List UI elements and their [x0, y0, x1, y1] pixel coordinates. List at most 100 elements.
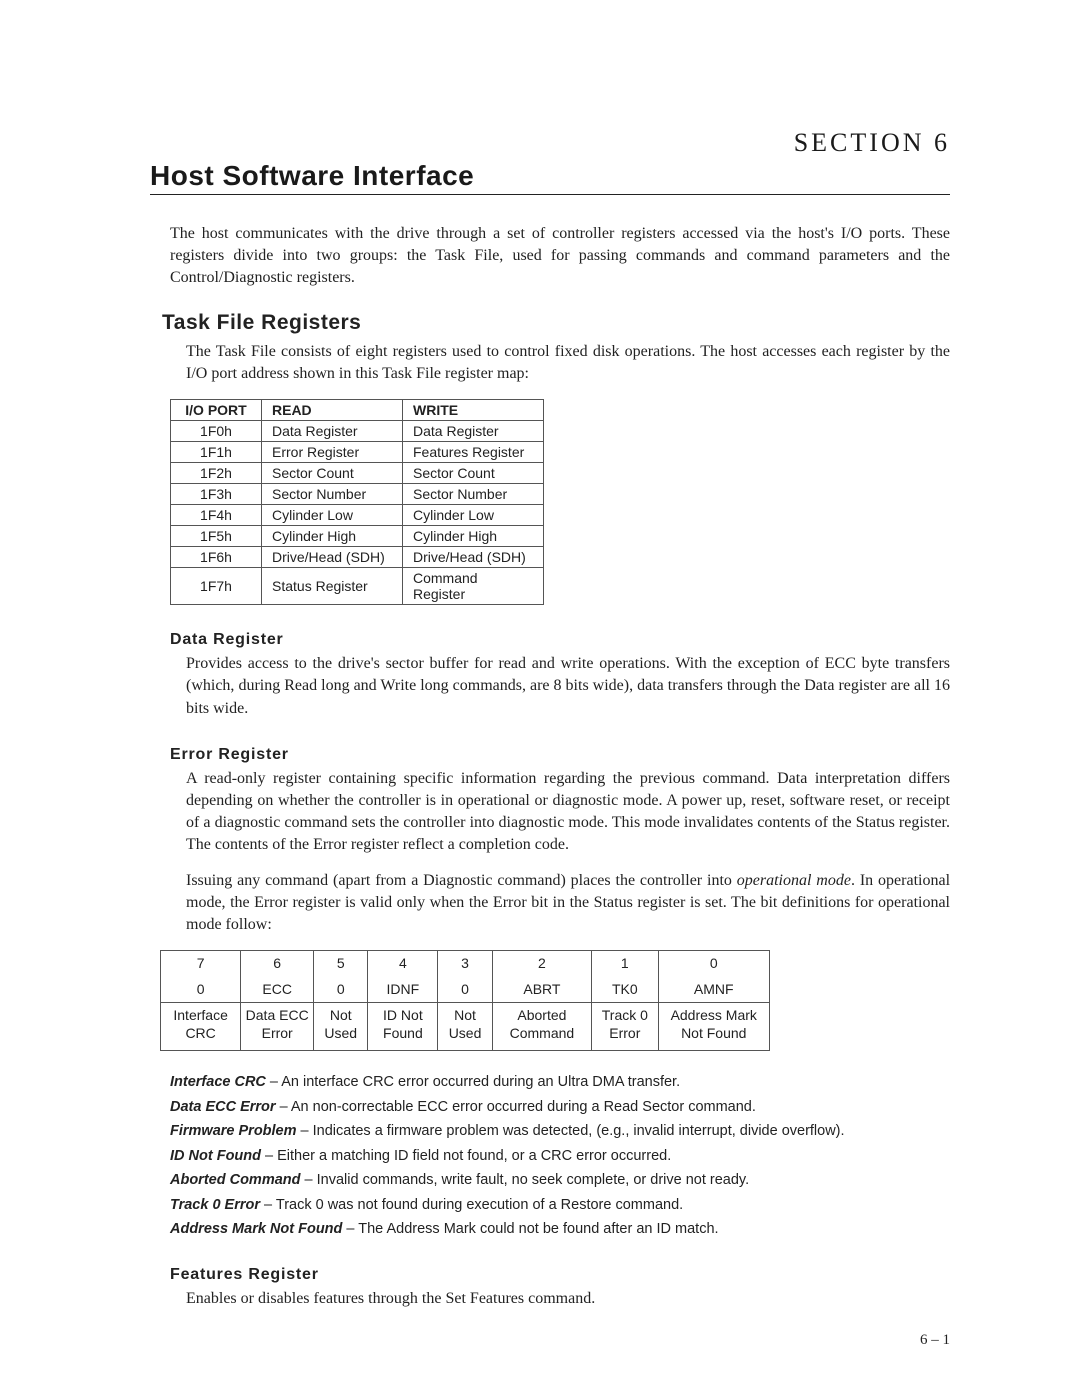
bit-number-row: 7 6 5 4 3 2 1 0: [161, 951, 770, 977]
text: Issuing any command (apart from a Diagno…: [186, 872, 737, 889]
cell-read: Cylinder High: [262, 526, 403, 547]
operational-mode-em: operational mode: [737, 872, 851, 889]
col-header-write: WRITE: [403, 400, 544, 421]
cell-write: Features Register: [403, 442, 544, 463]
definition-item: Track 0 Error – Track 0 was not found du…: [170, 1194, 950, 1216]
bit-desc: Not Used: [314, 1003, 368, 1051]
bit-code-row: 0 ECC 0 IDNF 0 ABRT TK0 AMNF: [161, 977, 770, 1003]
cell-port: 1F5h: [171, 526, 262, 547]
cell-port: 1F2h: [171, 463, 262, 484]
cell-write: Data Register: [403, 421, 544, 442]
bit-code: TK0: [592, 977, 658, 1003]
cell-write: Sector Number: [403, 484, 544, 505]
bit-num: 1: [592, 951, 658, 977]
def-term: Firmware Problem: [170, 1123, 297, 1139]
table-row: 1F7hStatus RegisterCommand Register: [171, 568, 544, 605]
cell-port: 1F3h: [171, 484, 262, 505]
page: SECTION 6 Host Software Interface The ho…: [0, 0, 1080, 1397]
bit-desc: Data ECC Error: [241, 1003, 314, 1051]
def-text: – An non-correctable ECC error occurred …: [276, 1099, 756, 1115]
error-register-paragraph-1: A read-only register containing specific…: [186, 768, 950, 856]
bit-code: AMNF: [658, 977, 770, 1003]
cell-read: Status Register: [262, 568, 403, 605]
def-term: Address Mark Not Found: [170, 1221, 342, 1237]
bit-num: 6: [241, 951, 314, 977]
data-register-paragraph: Provides access to the drive's sector bu…: [186, 653, 950, 719]
cell-read: Cylinder Low: [262, 505, 403, 526]
title-rule: [150, 194, 950, 195]
bit-num: 5: [314, 951, 368, 977]
bit-code: ECC: [241, 977, 314, 1003]
table-header-row: I/O PORT READ WRITE: [171, 400, 544, 421]
bit-num: 0: [658, 951, 770, 977]
error-definitions: Interface CRC – An interface CRC error o…: [170, 1071, 950, 1240]
table-row: 1F1hError RegisterFeatures Register: [171, 442, 544, 463]
section-label: SECTION 6: [794, 128, 950, 158]
definition-item: Interface CRC – An interface CRC error o…: [170, 1071, 950, 1093]
cell-write: Drive/Head (SDH): [403, 547, 544, 568]
def-term: Interface CRC: [170, 1074, 266, 1090]
cell-read: Sector Number: [262, 484, 403, 505]
definition-item: Firmware Problem – Indicates a firmware …: [170, 1120, 950, 1142]
definition-item: Data ECC Error – An non-correctable ECC …: [170, 1096, 950, 1118]
bit-desc: ID Not Found: [368, 1003, 438, 1051]
table-row: 1F5hCylinder HighCylinder High: [171, 526, 544, 547]
error-register-heading: Error Register: [170, 746, 950, 764]
col-header-read: READ: [262, 400, 403, 421]
bit-desc: Aborted Command: [492, 1003, 592, 1051]
bit-desc: Interface CRC: [161, 1003, 241, 1051]
bit-code: 0: [314, 977, 368, 1003]
error-register-paragraph-2: Issuing any command (apart from a Diagno…: [186, 870, 950, 936]
cell-port: 1F1h: [171, 442, 262, 463]
cell-port: 1F0h: [171, 421, 262, 442]
def-term: ID Not Found: [170, 1148, 261, 1164]
def-text: – Track 0 was not found during execution…: [260, 1197, 683, 1213]
task-file-heading: Task File Registers: [162, 311, 950, 335]
definition-item: Aborted Command – Invalid commands, writ…: [170, 1169, 950, 1191]
def-text: – The Address Mark could not be found af…: [342, 1221, 718, 1237]
bit-num: 2: [492, 951, 592, 977]
bit-code: IDNF: [368, 977, 438, 1003]
definition-item: Address Mark Not Found – The Address Mar…: [170, 1218, 950, 1240]
table-row: 1F4hCylinder LowCylinder Low: [171, 505, 544, 526]
bit-code: ABRT: [492, 977, 592, 1003]
def-term: Aborted Command: [170, 1172, 301, 1188]
page-number: 6 – 1: [920, 1332, 950, 1349]
cell-write: Command Register: [403, 568, 544, 605]
cell-read: Sector Count: [262, 463, 403, 484]
bit-desc: Address Mark Not Found: [658, 1003, 770, 1051]
cell-read: Drive/Head (SDH): [262, 547, 403, 568]
bit-num: 3: [438, 951, 492, 977]
error-bit-table: 7 6 5 4 3 2 1 0 0 ECC 0 IDNF 0 ABRT TK0 …: [160, 950, 770, 1051]
col-header-port: I/O PORT: [171, 400, 262, 421]
bit-num: 4: [368, 951, 438, 977]
body: The host communicates with the drive thr…: [170, 223, 950, 1311]
table-row: 1F2hSector CountSector Count: [171, 463, 544, 484]
features-register-paragraph: Enables or disables features through the…: [186, 1288, 950, 1310]
table-row: 1F6hDrive/Head (SDH)Drive/Head (SDH): [171, 547, 544, 568]
bit-desc: Track 0 Error: [592, 1003, 658, 1051]
bit-code: 0: [161, 977, 241, 1003]
def-term: Data ECC Error: [170, 1099, 276, 1115]
cell-write: Sector Count: [403, 463, 544, 484]
def-text: – Either a matching ID field not found, …: [261, 1148, 671, 1164]
table-row: 1F3hSector NumberSector Number: [171, 484, 544, 505]
intro-paragraph: The host communicates with the drive thr…: [170, 223, 950, 289]
bit-code: 0: [438, 977, 492, 1003]
cell-write: Cylinder High: [403, 526, 544, 547]
cell-read: Error Register: [262, 442, 403, 463]
bit-desc-row: Interface CRC Data ECC Error Not Used ID…: [161, 1003, 770, 1051]
def-text: – Invalid commands, write fault, no seek…: [301, 1172, 750, 1188]
cell-read: Data Register: [262, 421, 403, 442]
table-row: 1F0hData RegisterData Register: [171, 421, 544, 442]
bit-num: 7: [161, 951, 241, 977]
def-text: – An interface CRC error occurred during…: [266, 1074, 680, 1090]
definition-item: ID Not Found – Either a matching ID fiel…: [170, 1145, 950, 1167]
def-text: – Indicates a firmware problem was detec…: [297, 1123, 845, 1139]
bit-desc: Not Used: [438, 1003, 492, 1051]
def-term: Track 0 Error: [170, 1197, 260, 1213]
features-register-heading: Features Register: [170, 1266, 950, 1284]
cell-port: 1F6h: [171, 547, 262, 568]
cell-port: 1F4h: [171, 505, 262, 526]
data-register-heading: Data Register: [170, 631, 950, 649]
